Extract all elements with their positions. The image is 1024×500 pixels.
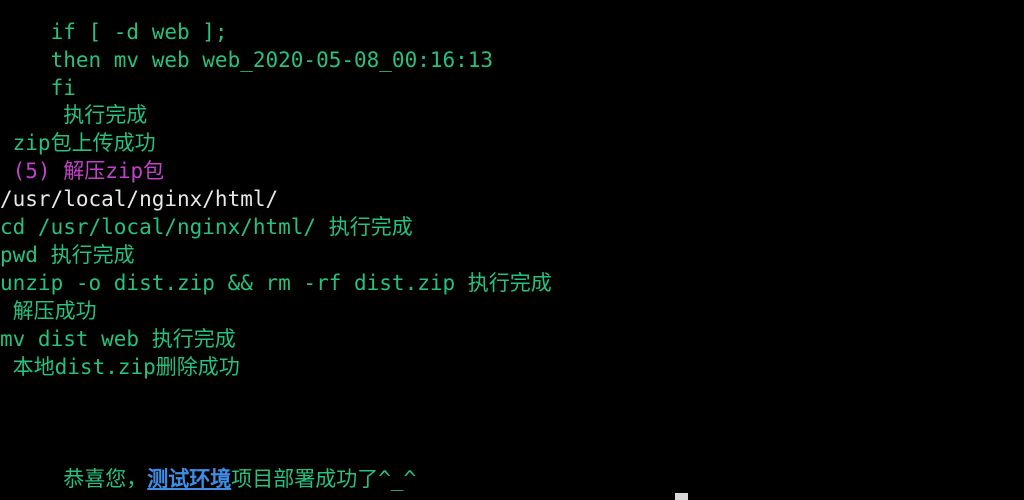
terminal-line-section-header: (5) 解压zip包 bbox=[0, 159, 165, 183]
terminal-line: 本地dist.zip删除成功 bbox=[0, 355, 240, 379]
terminal-line: then mv web web_2020-05-08_00:16:13 bbox=[0, 48, 494, 72]
terminal-line: mv dist web 执行完成 bbox=[0, 327, 236, 351]
terminal-line: unzip -o dist.zip && rm -rf dist.zip 执行完… bbox=[0, 271, 552, 295]
terminal-line: 解压成功 bbox=[0, 299, 97, 323]
scrolled-offscreen-line bbox=[0, 492, 1024, 500]
success-suffix: 项目部署成功了^_^ bbox=[231, 467, 417, 491]
terminal-line: if [ -d web ]; bbox=[0, 20, 228, 44]
terminal-line: zip包上传成功 bbox=[0, 131, 156, 155]
success-message: 恭喜您，测试环境项目部署成功了^_^ bbox=[0, 437, 416, 491]
terminal-line: fi bbox=[0, 76, 76, 100]
terminal-line-path: /usr/local/nginx/html/ bbox=[0, 187, 279, 211]
terminal-line: pwd 执行完成 bbox=[0, 243, 135, 267]
terminal-line: cd /usr/local/nginx/html/ 执行完成 bbox=[0, 215, 413, 239]
terminal-line: 执行完成 bbox=[0, 103, 148, 127]
terminal-window[interactable]: if [ -d web ]; then mv web web_2020-05-0… bbox=[0, 0, 1024, 500]
environment-link[interactable]: 测试环境 bbox=[147, 467, 231, 491]
text-cursor bbox=[675, 493, 688, 500]
success-prefix: 恭喜您， bbox=[50, 467, 148, 491]
